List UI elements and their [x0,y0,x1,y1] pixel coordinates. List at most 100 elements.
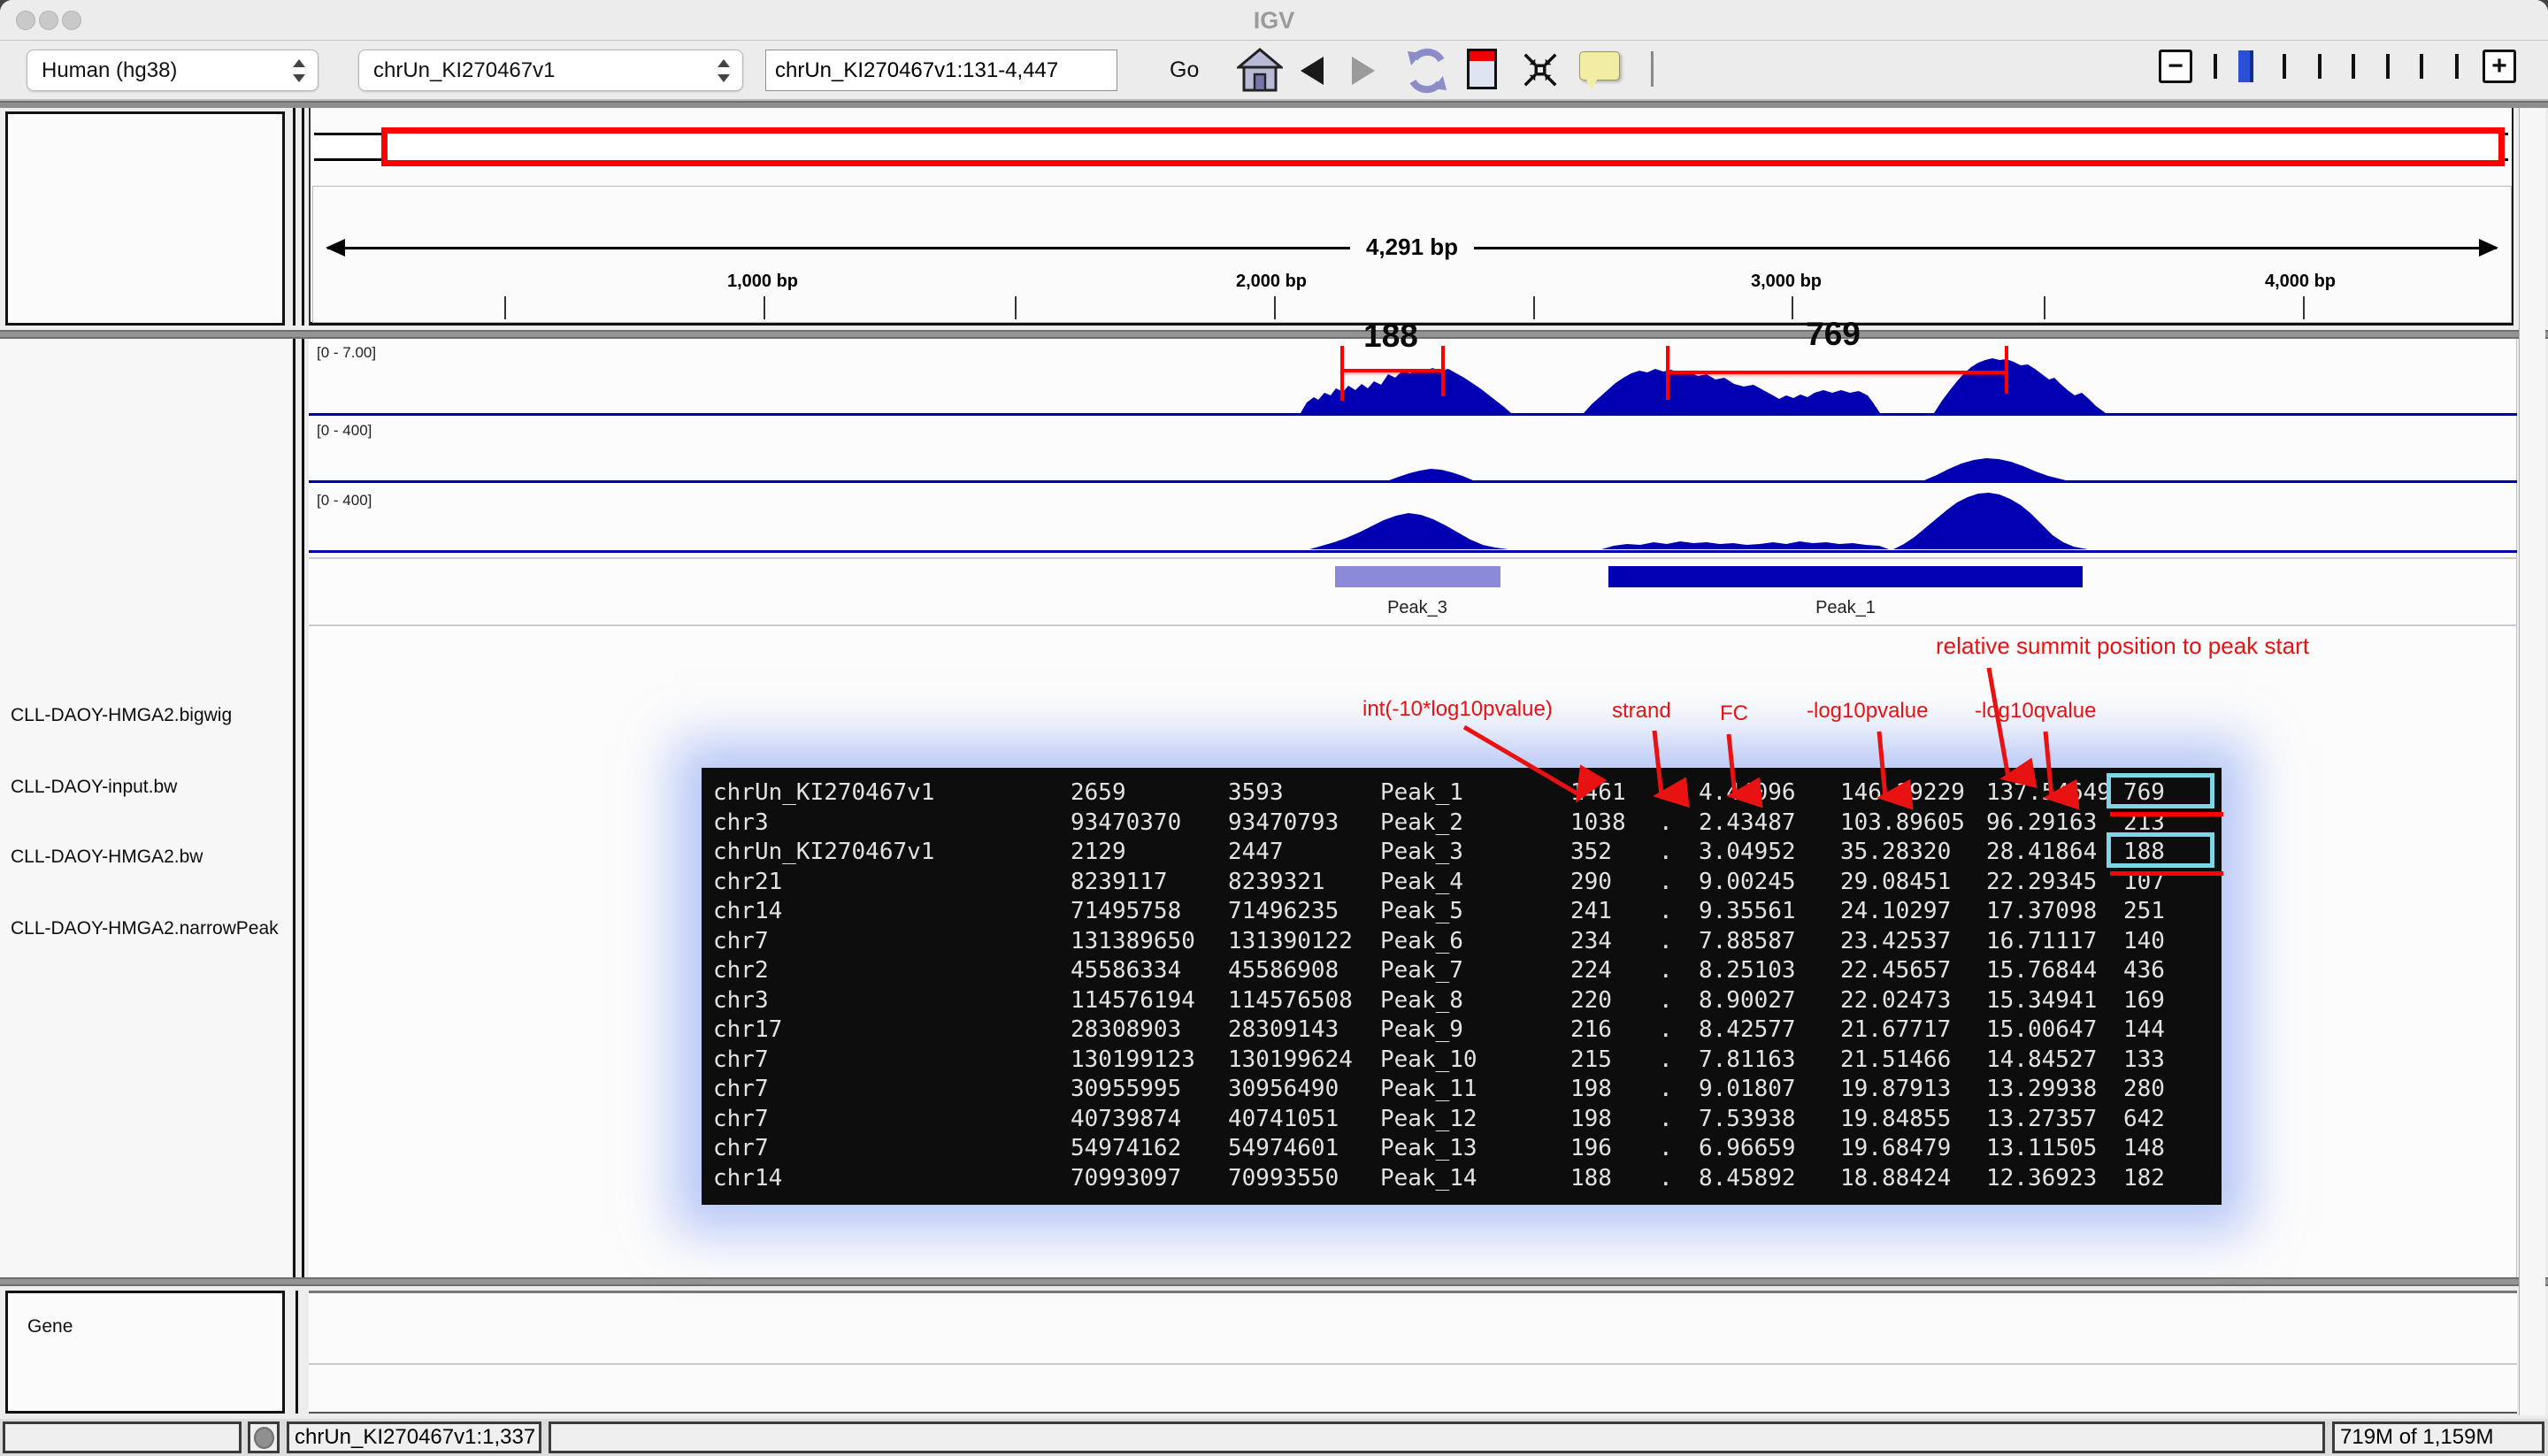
fit-to-window-icon[interactable] [1520,50,1561,90]
zoom-slider-handle[interactable] [2238,50,2253,82]
table-cell: 93470793 [1228,808,1380,839]
table-row: chrUn_KI270467v121292447Peak_3352.3.0495… [702,838,2222,868]
table-cell: Peak_7 [1380,956,1570,986]
table-cell: 54974162 [1071,1134,1228,1164]
table-row: chr74073987440741051Peak_12198.7.5393819… [702,1105,2222,1135]
bracket1-value: 188 [1329,318,1453,355]
zoom-tick[interactable] [2318,54,2322,79]
table-cell: 148 [2123,1134,2221,1164]
peak1-feature[interactable] [1608,566,2083,587]
region-of-interest-icon[interactable] [1467,49,1497,89]
table-cell: chr7 [713,1046,1071,1076]
table-cell: 8.90027 [1699,986,1840,1016]
annotation-score: int(-10*log10pvalue) [1362,697,1553,722]
table-cell: 40741051 [1228,1105,1380,1135]
zoom-tick[interactable] [2214,54,2217,79]
status-bar: chrUn_KI270467v1:1,337 719M of 1,159M [0,1419,2548,1456]
zoom-tick[interactable] [2386,54,2390,79]
table-cell: 93470370 [1071,808,1228,839]
go-button[interactable]: Go [1170,50,1199,91]
ruler-tick [764,296,765,319]
table-row: chr7131389650131390122Peak_6234.7.885872… [702,927,2222,957]
ruler-tick-label: 4,000 bp [2230,272,2371,292]
table-cell: Peak_1 [1380,778,1570,808]
scrollbar-gutter[interactable] [2519,108,2545,1415]
zoom-tick[interactable] [2352,54,2355,79]
back-arrow-icon[interactable] [1301,57,1324,85]
table-cell: chr7 [713,927,1071,957]
table-row: chr147099309770993550Peak_14188.8.458921… [702,1164,2222,1194]
table-cell: 30955995 [1071,1075,1228,1105]
zoom-tick[interactable] [2283,54,2286,79]
table-cell: 7.53938 [1699,1105,1840,1135]
igv-window: IGV Human (hg38) chrUn_KI270467v1 chrUn_… [0,0,2548,1456]
table-cell: 70993097 [1071,1164,1228,1194]
table-cell: 12.36923 [1986,1164,2123,1194]
refresh-icon[interactable] [1402,46,1452,96]
table-cell: 130199624 [1228,1046,1380,1076]
ruler-tick [1015,296,1017,319]
track-name-narrowpeak[interactable]: CLL-DAOY-HMGA2.narrowPeak [11,918,279,939]
gene-track-label[interactable]: Gene [27,1316,73,1337]
panel-divider[interactable] [295,1291,298,1414]
table-cell: 196 [1570,1134,1659,1164]
table-cell: 114576194 [1071,986,1228,1016]
table-cell: 15.34941 [1986,986,2123,1016]
table-row: chrUn_KI270467v126593593Peak_11461.4.440… [702,778,2222,808]
region-icon-red-band [1470,51,1494,61]
table-cell: 40739874 [1071,1105,1228,1135]
table-cell: Peak_8 [1380,986,1570,1016]
horizontal-splitter[interactable] [0,330,2548,339]
zoom-out-button[interactable]: − [2159,50,2192,83]
track-name-input-bw[interactable]: CLL-DAOY-input.bw [11,777,177,798]
table-cell: 16.71117 [1986,927,2123,957]
table-row: chr75497416254974601Peak_13196.6.9665919… [702,1134,2222,1164]
table-cell: . [1659,838,1699,868]
chromosome-select[interactable]: chrUn_KI270467v1 [358,50,743,91]
home-icon[interactable] [1237,46,1283,96]
table-cell: 28308903 [1071,1015,1228,1046]
track-name-panel: CLL-DAOY-HMGA2.bigwig CLL-DAOY-input.bw … [0,339,292,1277]
table-cell: 45586334 [1071,956,1228,986]
track-name-bigwig[interactable]: CLL-DAOY-HMGA2.bigwig [11,705,232,726]
table-cell: 1038 [1570,808,1659,839]
chromosome-select-value: chrUn_KI270467v1 [373,58,555,82]
zoom-tick[interactable] [2420,54,2423,79]
horizontal-splitter[interactable] [0,1277,2548,1286]
panel-divider[interactable] [302,339,304,1277]
forward-arrow-icon[interactable] [1352,57,1375,85]
title-bar: IGV [0,0,2548,41]
table-cell: 137.54649 [1986,778,2123,808]
panel-divider[interactable] [293,108,295,326]
table-cell: 131389650 [1071,927,1228,957]
comment-bubble-icon[interactable] [1579,51,1620,80]
table-cell: 13.27357 [1986,1105,2123,1135]
peak3-feature[interactable] [1335,566,1500,587]
track-data-panel: [0 - 7.00] [0 - 400] [0 - 400] [309,339,2517,1277]
table-cell: 14.84527 [1986,1046,2123,1076]
track2-baseline [309,480,2517,483]
ruler-tick [2044,296,2045,319]
table-cell: 15.76844 [1986,956,2123,986]
zoom-tick[interactable] [2455,54,2459,79]
table-cell: 3593 [1228,778,1380,808]
panel-divider[interactable] [302,108,304,326]
table-cell: 19.87913 [1840,1075,1986,1105]
zoom-in-button[interactable]: + [2483,50,2516,83]
track-name-hmga2-bw[interactable]: CLL-DAOY-HMGA2.bw [11,847,203,868]
genome-select[interactable]: Human (hg38) [27,50,318,91]
table-cell: . [1659,1164,1699,1194]
table-row: chr39347037093470793Peak_21038.2.4348710… [702,808,2222,839]
table-cell: 182 [2123,1164,2221,1194]
locus-input[interactable]: chrUn_KI270467v1:131-4,447 [765,50,1117,91]
table-cell: 24.10297 [1840,897,1986,927]
attribute-panel [5,111,285,326]
table-cell: 22.02473 [1840,986,1986,1016]
table-cell: 103.89605 [1840,808,1986,839]
table-cell: 18.88424 [1840,1164,1986,1194]
status-memory[interactable]: 719M of 1,159M [2332,1422,2544,1453]
table-cell: Peak_4 [1380,868,1570,898]
table-cell: 146.19229 [1840,778,1986,808]
panel-divider[interactable] [293,339,295,1277]
ruler-panel[interactable]: 4,291 bp 1,000 bp 2,000 bp 3,000 bp 4,00… [312,186,2512,323]
